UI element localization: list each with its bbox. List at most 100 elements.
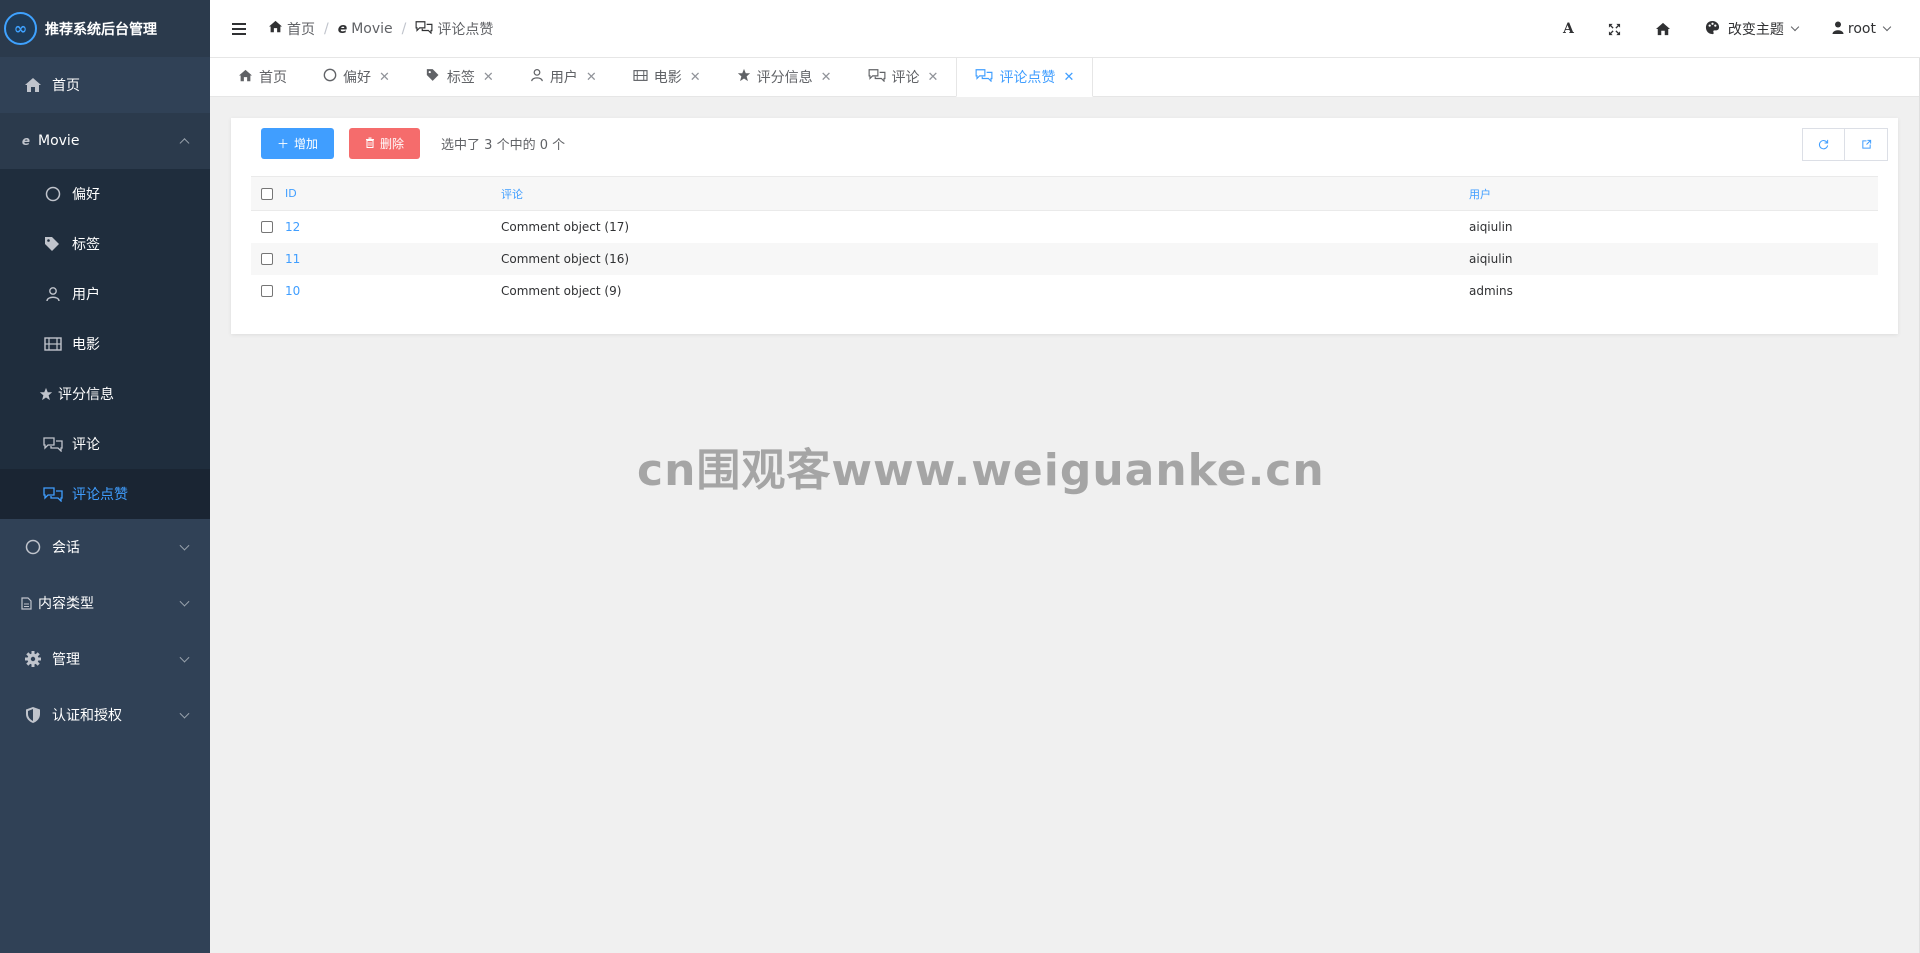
close-icon[interactable]: ✕ <box>821 70 832 85</box>
tab-label: 电影 <box>653 70 682 86</box>
column-header-comment[interactable]: 评论 <box>501 176 1469 211</box>
comments-icon <box>975 68 993 86</box>
tab-preference[interactable]: 偏好 ✕ <box>305 58 408 96</box>
breadcrumb-home[interactable]: 首页 <box>268 19 315 39</box>
user-label: root <box>1847 21 1876 37</box>
row-comment: Comment object (9) <box>501 283 622 298</box>
sidebar-item-comment-likes[interactable]: 评论点赞 <box>0 469 210 519</box>
row-id-link[interactable]: 10 <box>281 275 501 307</box>
header-actions: A 改变主题 root <box>1563 0 1892 58</box>
theme-dropdown[interactable]: 改变主题 <box>1705 19 1800 39</box>
tab-comment-likes[interactable]: 评论点赞 ✕ <box>956 58 1094 97</box>
list-card: ＋ 增加 删除 选中了 3 个中的 0 个 ID 评论 用户 12 Commen… <box>231 118 1898 334</box>
table-row: 11 Comment object (16) aiqiulin <box>251 242 1878 275</box>
comments-icon <box>868 68 886 86</box>
sidebar-group-movie[interactable]: e Movie <box>0 113 210 169</box>
user-dropdown[interactable]: root <box>1832 21 1892 38</box>
sidebar-item-label: 评论 <box>72 437 100 453</box>
row-comment: Comment object (16) <box>501 242 1469 275</box>
home-icon <box>238 69 253 86</box>
sidebar-group-auth[interactable]: 认证和授权 <box>0 687 210 743</box>
header-checkbox-cell <box>251 176 281 211</box>
row-checkbox[interactable] <box>261 285 273 297</box>
shield-icon <box>22 706 44 724</box>
main-content: ＋ 增加 删除 选中了 3 个中的 0 个 ID 评论 用户 12 Commen… <box>210 97 1920 953</box>
close-icon[interactable]: ✕ <box>586 70 597 85</box>
breadcrumb-label: Movie <box>351 20 393 37</box>
close-icon[interactable]: ✕ <box>1063 70 1074 85</box>
palette-icon <box>1705 20 1720 39</box>
sidebar-item-ratings[interactable]: 评分信息 <box>0 369 210 419</box>
comments-icon <box>415 20 433 38</box>
select-all-checkbox[interactable] <box>261 188 273 200</box>
sidebar-item-comments[interactable]: 评论 <box>0 419 210 469</box>
chevron-down-icon <box>179 708 190 719</box>
row-checkbox[interactable] <box>261 221 273 234</box>
ie-icon: e <box>21 134 31 148</box>
close-icon[interactable]: ✕ <box>379 70 390 85</box>
tab-home[interactable]: 首页 <box>220 58 305 96</box>
sidebar-item-user[interactable]: 用户 <box>0 269 210 319</box>
sidebar-group-sessions[interactable]: 会话 <box>0 519 210 575</box>
sidebar-group-label: 认证和授权 <box>52 708 122 724</box>
add-button[interactable]: ＋ 增加 <box>261 128 335 159</box>
hamburger-menu-icon[interactable] <box>232 22 246 35</box>
row-checkbox[interactable] <box>261 253 273 265</box>
close-icon[interactable]: ✕ <box>483 70 494 85</box>
fullscreen-icon[interactable] <box>1608 23 1621 36</box>
tab-comments[interactable]: 评论 ✕ <box>850 58 957 96</box>
tab-label: 评论点赞 <box>999 70 1056 86</box>
row-checkbox-cell <box>251 275 281 307</box>
breadcrumb: 首页 / e Movie / 评论点赞 <box>268 19 493 39</box>
refresh-icon[interactable] <box>1802 128 1845 161</box>
tab-user[interactable]: 用户 ✕ <box>512 58 615 96</box>
tab-label: 偏好 <box>343 70 371 86</box>
row-id-link[interactable]: 12 <box>281 211 501 243</box>
sidebar-item-label: 电影 <box>72 337 100 353</box>
watermark: cn围观客www.weiguanke.cn <box>637 445 1325 496</box>
tab-label: 用户 <box>549 70 578 86</box>
row-user: admins <box>1469 283 1513 298</box>
row-user: aiqiulin <box>1469 219 1513 234</box>
tab-tags[interactable]: 标签 ✕ <box>408 58 512 96</box>
comments-icon <box>42 486 64 502</box>
user-icon <box>42 286 64 302</box>
sidebar-item-movie[interactable]: 电影 <box>0 319 210 369</box>
tab-ratings[interactable]: 评分信息 ✕ <box>719 58 850 96</box>
font-size-icon[interactable]: A <box>1563 21 1574 37</box>
theme-label: 改变主题 <box>1727 22 1784 38</box>
user-icon <box>530 68 544 86</box>
sidebar-group-content-types[interactable]: 内容类型 <box>0 575 210 631</box>
brand[interactable]: ∞ 推荐系统后台管理 <box>0 0 210 57</box>
add-button-label: 增加 <box>294 137 319 151</box>
file-icon <box>18 596 34 610</box>
tab-label: 评论 <box>891 70 920 86</box>
column-header-user[interactable]: 用户 <box>1469 176 1878 211</box>
column-header-id[interactable]: ID <box>281 176 501 211</box>
toolbar: ＋ 增加 删除 选中了 3 个中的 0 个 <box>261 128 565 159</box>
brand-logo-icon: ∞ <box>4 12 37 45</box>
sidebar-group-label: 管理 <box>52 652 80 668</box>
breadcrumb-label: 评论点赞 <box>437 21 494 38</box>
breadcrumb-separator: / <box>324 20 329 37</box>
tab-movie[interactable]: 电影 ✕ <box>615 58 719 96</box>
table-tools <box>1802 128 1888 161</box>
submenu-movie: 偏好 标签 用户 电影 评分信息 评论 评论点赞 <box>0 169 210 519</box>
sidebar-item-label: 评分信息 <box>58 387 114 403</box>
close-icon[interactable]: ✕ <box>690 70 701 85</box>
export-icon[interactable] <box>1845 128 1888 161</box>
breadcrumb-movie[interactable]: e Movie <box>338 21 393 37</box>
sidebar-group-admin[interactable]: 管理 <box>0 631 210 687</box>
film-icon <box>633 69 648 86</box>
tags-icon <box>426 68 441 86</box>
sidebar-item-preference[interactable]: 偏好 <box>0 169 210 219</box>
row-id-link[interactable]: 11 <box>281 242 501 275</box>
tab-label: 标签 <box>446 70 475 86</box>
close-icon[interactable]: ✕ <box>928 70 939 85</box>
sidebar-item-tags[interactable]: 标签 <box>0 219 210 269</box>
ie-icon: e <box>337 20 348 37</box>
home-icon[interactable] <box>1655 22 1671 36</box>
selection-counter: 选中了 3 个中的 0 个 <box>441 138 566 153</box>
delete-button[interactable]: 删除 <box>349 128 421 159</box>
sidebar-item-home[interactable]: 首页 <box>0 57 210 113</box>
